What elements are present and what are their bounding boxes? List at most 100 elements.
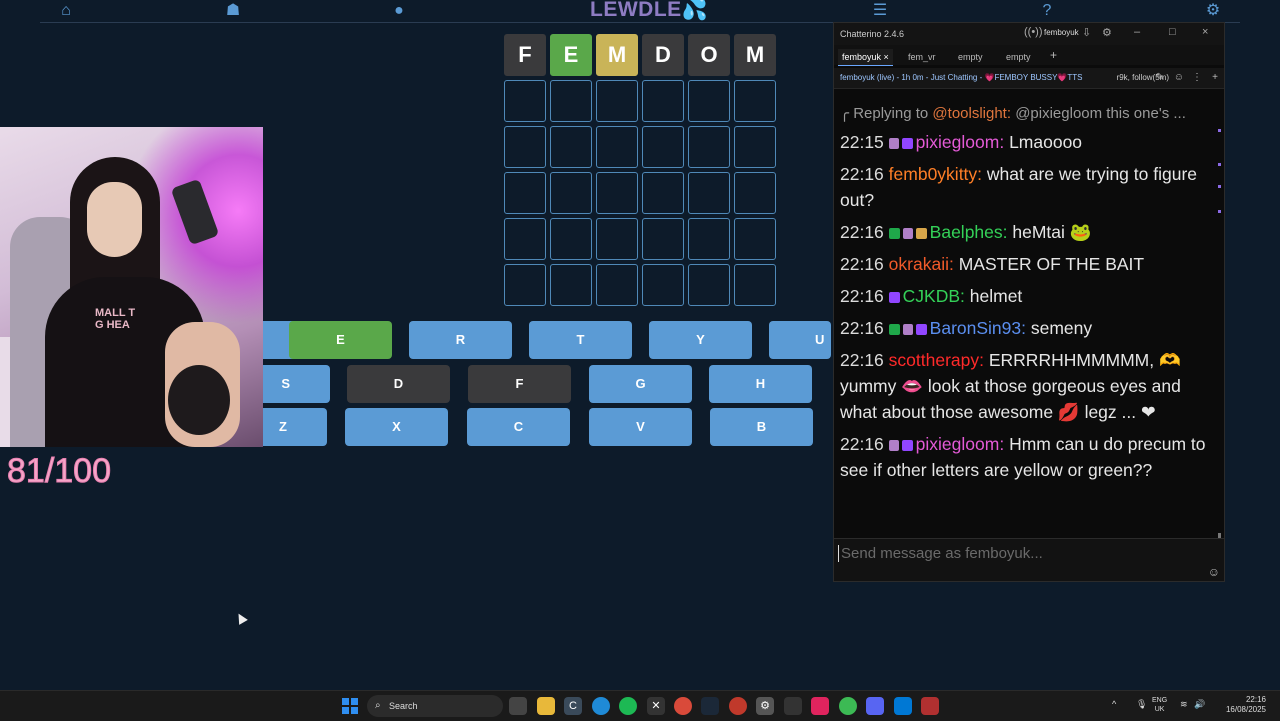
keyboard-key[interactable]: B: [710, 408, 813, 446]
maximize-icon[interactable]: □: [1169, 26, 1176, 38]
keyboard-key[interactable]: R: [409, 321, 512, 359]
wiz-badge-icon[interactable]: [888, 440, 899, 451]
wiz-badge-icon[interactable]: [902, 228, 913, 239]
volume-icon[interactable]: 🔊: [1194, 699, 1205, 710]
purple-badge-icon[interactable]: [901, 138, 913, 149]
tab-fem-vr[interactable]: fem_vr: [904, 49, 940, 65]
file-explorer-icon[interactable]: [537, 697, 555, 715]
grid-tile: [596, 80, 638, 122]
task-view-icon[interactable]: [509, 697, 527, 715]
site-logo[interactable]: LEWDLE💦: [590, 0, 708, 22]
start-icon[interactable]: [342, 698, 358, 714]
chat-username[interactable]: pixiegloom:: [916, 434, 1005, 454]
account-name[interactable]: femboyuk: [1044, 28, 1079, 37]
chat-input-area[interactable]: Send message as femboyuk... ☺: [834, 538, 1224, 581]
purple-badge-icon[interactable]: [901, 440, 913, 451]
keyboard-key[interactable]: S: [263, 365, 330, 403]
chat-username[interactable]: CJKDB:: [903, 286, 965, 306]
steam-icon[interactable]: [701, 697, 719, 715]
wiz-badge-icon[interactable]: [888, 138, 899, 149]
keyboard-key[interactable]: H: [709, 365, 812, 403]
keyboard-key[interactable]: V: [589, 408, 692, 446]
grid-tile: [734, 80, 776, 122]
chat-username[interactable]: okrakaii:: [889, 254, 954, 274]
keyboard-key[interactable]: T: [529, 321, 632, 359]
message-timestamp: 22:16: [840, 222, 884, 242]
green-badge-icon[interactable]: [888, 228, 900, 239]
keyboard-key[interactable]: Z: [263, 408, 327, 446]
chat-username[interactable]: scottherapy:: [889, 350, 984, 370]
wifi-icon[interactable]: ≋: [1180, 699, 1188, 710]
tab-empty-1[interactable]: empty: [954, 49, 987, 65]
minimize-icon[interactable]: –: [1134, 26, 1140, 38]
chatterino-taskbar-icon[interactable]: C: [564, 697, 582, 715]
keyboard-key[interactable]: Y: [649, 321, 752, 359]
stream-status: femboyuk (live) - 1h 0m - Just Chatting …: [840, 73, 1083, 82]
vscode-icon[interactable]: [894, 697, 912, 715]
chat-username[interactable]: pixiegloom:: [916, 132, 1005, 152]
grid-tile: [596, 172, 638, 214]
chat-scrollbar[interactable]: [1218, 95, 1221, 543]
settings-taskbar-icon[interactable]: ⚙: [756, 697, 774, 715]
discord-icon[interactable]: [866, 697, 884, 715]
chat-titlebar: Chatterino 2.4.6 ((•)) femboyuk ⇩ ⚙ – □ …: [834, 23, 1224, 45]
xbox-icon[interactable]: ✕: [647, 697, 665, 715]
settings-icon[interactable]: ⚙: [1102, 26, 1112, 39]
app-icon-red[interactable]: [729, 697, 747, 715]
home-icon[interactable]: ⌂: [56, 1, 76, 21]
keyboard-key[interactable]: E: [289, 321, 392, 359]
keyboard-key[interactable]: D: [347, 365, 450, 403]
mic-tray-icon[interactable]: 🎙: [1136, 699, 1147, 710]
settings-icon[interactable]: ⚙: [1203, 1, 1223, 21]
keyboard-key[interactable]: C: [467, 408, 570, 446]
language-indicator[interactable]: ENG UK: [1152, 696, 1167, 714]
chat-username[interactable]: Baelphes:: [930, 222, 1008, 242]
more-icon[interactable]: ⋮: [1192, 68, 1202, 88]
chat-window-title: Chatterino 2.4.6: [840, 29, 905, 39]
grid-tile: [688, 172, 730, 214]
lightbulb-icon[interactable]: ●: [389, 1, 409, 21]
chat-username[interactable]: femb0ykitty:: [889, 164, 982, 184]
keyboard-key[interactable]: X: [345, 408, 448, 446]
chat-input[interactable]: Send message as femboyuk...: [838, 545, 1043, 562]
spotify-icon[interactable]: [619, 697, 637, 715]
close-icon[interactable]: ×: [1202, 26, 1208, 38]
chat-username[interactable]: BaronSin93:: [930, 318, 1026, 338]
tab-close-icon[interactable]: ×: [884, 52, 889, 62]
help-icon[interactable]: ?: [1037, 1, 1057, 21]
grid-tile: [550, 172, 592, 214]
grid-tile: [550, 264, 592, 306]
gold-badge-icon[interactable]: [915, 228, 927, 239]
live-icon: ((•)): [1024, 26, 1043, 38]
app-icon-grey[interactable]: [784, 697, 802, 715]
purple-badge-icon[interactable]: [915, 324, 927, 335]
user-icon[interactable]: ☺: [1174, 68, 1184, 88]
edit-icon[interactable]: ✎: [1156, 68, 1164, 88]
obs-icon[interactable]: [921, 697, 939, 715]
chrome-icon[interactable]: [674, 697, 692, 715]
message-text: helmet: [964, 286, 1023, 306]
edge-icon[interactable]: [592, 697, 610, 715]
update-icon[interactable]: ⇩: [1082, 26, 1091, 39]
keyboard-key[interactable]: U: [769, 321, 831, 359]
wiz-badge-icon[interactable]: [902, 324, 913, 335]
add-tab-icon[interactable]: +: [1046, 47, 1061, 63]
taskbar-search[interactable]: ⌕ Search: [367, 695, 503, 717]
tab-femboyuk[interactable]: femboyuk ×: [838, 49, 893, 66]
green-badge-icon[interactable]: [888, 324, 900, 335]
emoji-icon[interactable]: ☺: [1208, 565, 1220, 579]
tray-overflow-icon[interactable]: ^: [1112, 699, 1116, 709]
site-navbar: ⌂ ☗ ● LEWDLE💦 ☰ ? ⚙: [0, 0, 1280, 24]
stats-icon[interactable]: ☰: [870, 1, 890, 21]
keyboard-key[interactable]: F: [468, 365, 571, 403]
tiktok-icon[interactable]: [811, 697, 829, 715]
taskbar-clock[interactable]: 22:16 16/08/2025: [1226, 695, 1266, 715]
add-split-icon[interactable]: +: [1212, 68, 1218, 88]
reply-line: ╭ Replying to @toolslight: @pixiegloom t…: [840, 105, 1186, 122]
ghost-icon[interactable]: ☗: [223, 1, 243, 21]
tab-empty-2[interactable]: empty: [1002, 49, 1035, 65]
keyboard-key[interactable]: G: [589, 365, 692, 403]
message-timestamp: 22:16: [840, 164, 884, 184]
purple-badge-icon[interactable]: [888, 292, 900, 303]
chrome-alt-icon[interactable]: [839, 697, 857, 715]
